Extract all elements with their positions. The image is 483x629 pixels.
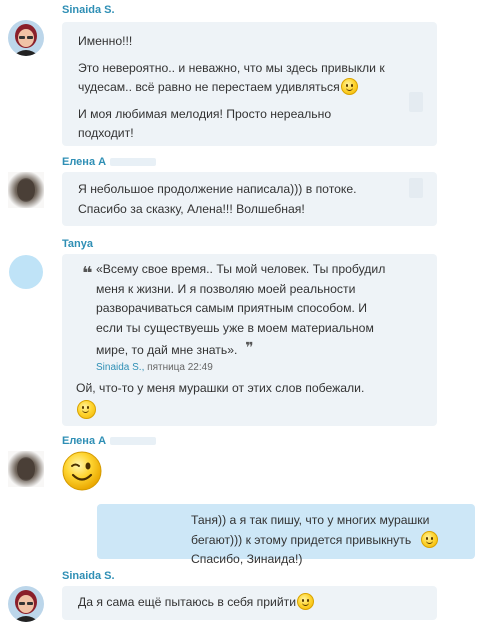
quote-source[interactable]: Sinaida S., <box>96 362 144 373</box>
smile-emoticon <box>340 78 358 95</box>
message-status-marker <box>409 92 423 112</box>
blurred-surname <box>110 158 157 167</box>
message-bubble[interactable]: ❝ «Всему свое время.. Ты мой человек. Ты… <box>62 254 437 426</box>
message-status-marker <box>409 178 423 198</box>
author-name[interactable]: Sinaida S. <box>62 570 115 582</box>
quote-open-icon: ❝ <box>82 263 93 283</box>
smile-emoticon <box>420 530 438 548</box>
avatar-sinaida[interactable] <box>8 586 44 622</box>
blurred-surname <box>110 437 157 446</box>
avatar-blur <box>8 172 44 208</box>
message-text: Таня)) а я так пишу, что у многих мурашк… <box>113 511 461 570</box>
quoted-message: ❝ «Всему свое время.. Ты мой человек. Ты… <box>82 260 427 375</box>
message-bubble[interactable]: Именно!!! Это невероятно.. и неважно, чт… <box>62 22 437 146</box>
message-text-thanks: Спасибо, Зинаида!) <box>191 552 303 566</box>
author-name-text: Елена А <box>62 156 107 168</box>
message-text: И моя любимая мелодия! Просто нереально … <box>78 106 332 141</box>
quote-text-body: «Всему свое время.. Ты мой человек. Ты п… <box>96 262 386 357</box>
avatar-tanya[interactable] <box>8 254 44 290</box>
author-name[interactable]: Sinaida S. <box>62 4 115 16</box>
message-text-body: Таня)) а я так пишу, что у многих мурашк… <box>191 513 430 547</box>
wink-emoticon[interactable] <box>62 451 102 491</box>
author-name[interactable]: Елена А <box>62 435 157 447</box>
message-emoticon-line <box>76 400 427 422</box>
author-name-text: Елена А <box>62 435 107 447</box>
quote-time: пятница 22:49 <box>147 361 213 373</box>
quote-text: «Всему свое время.. Ты мой человек. Ты п… <box>96 260 427 361</box>
message-bubble[interactable]: Я небольшое продолжение написала))) в по… <box>62 172 437 226</box>
message-text: Да я сама ещё пытаюсь в себя прийти <box>78 593 427 613</box>
avatar-elena[interactable] <box>8 451 44 487</box>
smile-emoticon <box>77 400 96 419</box>
author-name[interactable]: Tanya <box>62 238 93 250</box>
message-text: Именно!!! <box>78 34 133 48</box>
message-text-body: Да я сама ещё пытаюсь в себя прийти <box>78 595 297 609</box>
message-text: Я небольшое продолжение написала))) в по… <box>78 182 357 216</box>
avatar-blur <box>8 451 44 487</box>
message-text: Ой, что-то у меня мурашки от этих слов п… <box>76 380 365 395</box>
message-bubble-outgoing[interactable]: Таня)) а я так пишу, что у многих мурашк… <box>97 504 475 566</box>
message-text: Это невероятно.. и неважно, что мы здесь… <box>78 59 427 98</box>
quote-meta[interactable]: Sinaida S., пятница 22:49 <box>96 361 427 375</box>
quote-close-icon: ❞ <box>245 339 254 355</box>
avatar-elena[interactable] <box>8 172 44 208</box>
author-name[interactable]: Елена А <box>62 156 157 168</box>
message-text-body: Это невероятно.. и неважно, что мы здесь… <box>78 60 385 95</box>
smile-emoticon <box>297 593 315 610</box>
avatar-sinaida[interactable] <box>8 20 44 56</box>
message-bubble[interactable]: Да я сама ещё пытаюсь в себя прийти <box>62 586 437 620</box>
